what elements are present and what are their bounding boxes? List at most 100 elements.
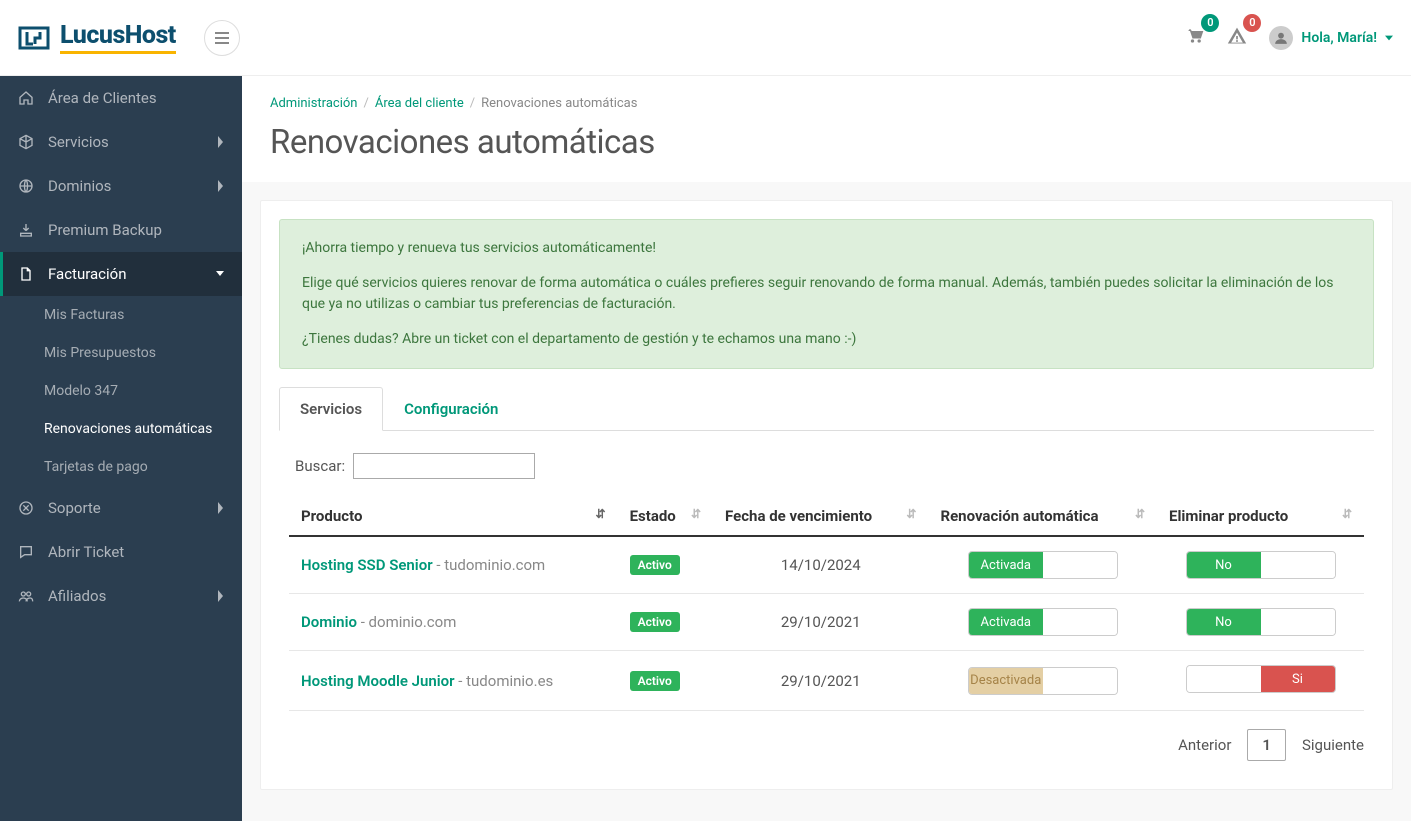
sidebar-subitem-mis-presupuestos[interactable]: Mis Presupuestos (0, 334, 242, 372)
sidebar: Área de Clientes Servicios Dominios Premium… (0, 76, 242, 821)
sidebar-item-soporte[interactable]: Soporte (0, 486, 242, 530)
sidebar-item-label: Afiliados (48, 587, 106, 605)
product-link[interactable]: Hosting SSD Senior (301, 556, 433, 574)
th-renewal[interactable]: Renovación automática⇵ (928, 497, 1157, 536)
sidebar-subitem-renovaciones-automáticas[interactable]: Renovaciones automáticas (0, 410, 242, 448)
th-due[interactable]: Fecha de vencimiento⇵ (713, 497, 928, 536)
sidebar-item-área-de-clientes[interactable]: Área de Clientes (0, 76, 242, 120)
menu-toggle-button[interactable] (204, 20, 240, 56)
avatar-icon (1269, 26, 1293, 50)
sidebar-item-abrir-ticket[interactable]: Abrir Ticket (0, 530, 242, 574)
due-date: 29/10/2021 (713, 594, 928, 651)
delete-toggle[interactable]: No (1186, 551, 1336, 579)
sidebar-item-label: Servicios (48, 133, 109, 151)
th-product[interactable]: Producto⇵ (289, 497, 618, 536)
toggle-label: No (1187, 609, 1261, 635)
next-button[interactable]: Siguiente (1302, 736, 1364, 754)
sidebar-item-dominios[interactable]: Dominios (0, 164, 242, 208)
sidebar-item-afiliados[interactable]: Afiliados (0, 574, 242, 618)
logo-text: LucusHost (60, 21, 176, 54)
sidebar-item-premium-backup[interactable]: Premium Backup (0, 208, 242, 252)
th-delete[interactable]: Eliminar producto⇵ (1157, 497, 1364, 536)
content-header: Administración/Área del cliente/Renovaci… (242, 76, 1411, 182)
product-domain: - dominio.com (361, 613, 457, 631)
pagination: Anterior 1 Siguiente (289, 729, 1364, 761)
globe-icon (18, 178, 34, 194)
sidebar-item-label: Premium Backup (48, 221, 162, 239)
renewal-toggle[interactable]: Activada (968, 551, 1118, 579)
sort-icon: ⇵ (1342, 507, 1352, 521)
cube-icon (18, 134, 34, 150)
user-greeting: Hola, María! (1301, 30, 1377, 46)
search-input[interactable] (353, 453, 535, 479)
sidebar-item-servicios[interactable]: Servicios (0, 120, 242, 164)
sidebar-item-label: Abrir Ticket (48, 543, 124, 561)
product-domain: - tudominio.com (436, 556, 545, 574)
toggle-label (1261, 609, 1335, 635)
logo-mark-icon (18, 22, 50, 54)
chevron-right-icon (216, 136, 224, 148)
sidebar-item-label: Facturación (48, 265, 127, 283)
main-panel: ¡Ahorra tiempo y renueva tus servicios a… (260, 200, 1393, 790)
alerts-button[interactable]: 0 (1227, 26, 1247, 50)
toggle-label (1187, 666, 1261, 692)
tabs: Servicios Configuración (279, 387, 1374, 431)
toggle-handle (1043, 552, 1117, 578)
status-badge: Activo (630, 671, 680, 691)
breadcrumb: Administración/Área del cliente/Renovaci… (270, 96, 1383, 111)
cart-button[interactable]: 0 (1185, 26, 1205, 50)
chevron-right-icon (216, 180, 224, 192)
alerts-badge: 0 (1243, 14, 1261, 32)
sidebar-subitem-tarjetas-de-pago[interactable]: Tarjetas de pago (0, 448, 242, 486)
services-table: Producto⇵ Estado⇵ Fecha de vencimiento⇵ … (289, 497, 1364, 711)
search-label: Buscar: (295, 457, 345, 475)
product-link[interactable]: Dominio (301, 613, 357, 631)
topbar-right: 0 0 Hola, María! (1185, 26, 1393, 50)
sidebar-item-label: Soporte (48, 499, 101, 517)
delete-toggle[interactable]: No (1186, 608, 1336, 636)
tab-configuracion[interactable]: Configuración (383, 387, 519, 430)
tab-content: Buscar: Producto⇵ Estado⇵ Fecha de venci… (279, 431, 1374, 771)
delete-toggle[interactable]: Si (1186, 665, 1336, 693)
sidebar-item-label: Área de Clientes (48, 89, 157, 107)
sidebar-subitem-modelo-347[interactable]: Modelo 347 (0, 372, 242, 410)
alert-line-1: ¡Ahorra tiempo y renueva tus servicios a… (302, 238, 1351, 259)
renewal-toggle[interactable]: Activada (968, 608, 1118, 636)
user-menu-button[interactable]: Hola, María! (1269, 26, 1393, 50)
logo[interactable]: LucusHost (18, 21, 176, 54)
th-status[interactable]: Estado⇵ (618, 497, 713, 536)
cart-badge: 0 (1201, 14, 1219, 32)
product-link[interactable]: Hosting Moodle Junior (301, 672, 455, 690)
toggle-label: No (1187, 552, 1261, 578)
sidebar-item-label: Dominios (48, 177, 111, 195)
sidebar-item-facturación[interactable]: Facturación (0, 252, 242, 296)
chevron-right-icon (216, 590, 224, 602)
info-alert: ¡Ahorra tiempo y renueva tus servicios a… (279, 219, 1374, 369)
tab-servicios[interactable]: Servicios (279, 387, 383, 431)
product-domain: - tudominio.es (458, 672, 553, 690)
sort-icon: ⇵ (906, 507, 916, 521)
comment-icon (18, 544, 34, 560)
alert-line-3: ¿Tienes dudas? Abre un ticket con el dep… (302, 329, 1351, 350)
table-row: Hosting SSD Senior - tudominio.com Activ… (289, 536, 1364, 594)
sidebar-subitem-mis-facturas[interactable]: Mis Facturas (0, 296, 242, 334)
breadcrumb-item[interactable]: Área del cliente (375, 96, 464, 111)
download-icon (18, 222, 34, 238)
toggle-label (1261, 552, 1335, 578)
sort-icon: ⇵ (691, 507, 701, 521)
topbar: LucusHost 0 0 Hola, María! (0, 0, 1411, 76)
renewal-toggle[interactable]: Desactivada (968, 667, 1118, 695)
breadcrumb-item: Renovaciones automáticas (481, 96, 637, 111)
toggle-label: Activada (969, 609, 1043, 635)
hamburger-icon (215, 31, 229, 45)
prev-button[interactable]: Anterior (1178, 736, 1231, 754)
sort-icon: ⇵ (1135, 507, 1145, 521)
due-date: 14/10/2024 (713, 536, 928, 594)
breadcrumb-item[interactable]: Administración (270, 96, 357, 111)
home-icon (18, 90, 34, 106)
topbar-left: LucusHost (18, 20, 240, 56)
alert-line-2: Elige qué servicios quieres renovar de f… (302, 273, 1351, 315)
page-number[interactable]: 1 (1247, 729, 1286, 761)
users-icon (18, 588, 34, 604)
search-row: Buscar: (295, 453, 1364, 479)
